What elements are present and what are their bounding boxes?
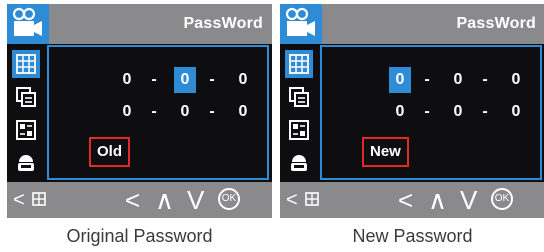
- digit-separator: -: [482, 103, 488, 120]
- back-button[interactable]: <: [13, 188, 25, 212]
- password-panel: 0 - 0 - 0 0 - 0 - 0 Old: [47, 45, 269, 180]
- grid-menu-icon: [16, 54, 36, 74]
- sidebar-item-grid[interactable]: [285, 50, 313, 78]
- grid-menu-icon: [289, 54, 309, 74]
- sidebar-item-image[interactable]: [285, 116, 313, 144]
- new-password-label: New: [362, 137, 409, 167]
- digit-separator: -: [424, 71, 430, 88]
- old-password-label: Old: [89, 137, 130, 167]
- digit-separator: -: [151, 71, 157, 88]
- digit-field[interactable]: 0: [174, 99, 196, 125]
- video-camera-icon: [285, 7, 315, 36]
- copy-document-icon: [16, 87, 36, 107]
- digit-field[interactable]: 0: [116, 67, 138, 93]
- digit-field[interactable]: 0: [232, 99, 254, 125]
- digit-separator: -: [424, 103, 430, 120]
- digit-separator: -: [151, 103, 157, 120]
- down-arrow-button[interactable]: V: [460, 185, 477, 215]
- figure: PassWord 0 - 0 - 0 0 - 0 - 0 Old < < ∧ V…: [0, 0, 544, 252]
- back-menu-icon: [32, 192, 46, 206]
- caption-new: New Password: [352, 226, 473, 246]
- user-lock-icon: [291, 155, 307, 171]
- page-title: PassWord: [456, 15, 536, 32]
- password-row-2: 0 - 0 - 0: [49, 99, 267, 125]
- sidebar-item-user[interactable]: [12, 149, 40, 177]
- caption-original: Original Password: [66, 226, 213, 246]
- user-lock-icon: [18, 155, 34, 171]
- bottom-bar: < < ∧ V OK: [7, 182, 272, 218]
- up-arrow-button[interactable]: ∧: [428, 185, 447, 215]
- up-arrow-button[interactable]: ∧: [155, 185, 174, 215]
- sidebar-item-user[interactable]: [285, 149, 313, 177]
- digit-field[interactable]: 0: [505, 99, 527, 125]
- image-frame-icon: [16, 120, 36, 140]
- camera-mode-tab[interactable]: [280, 4, 322, 44]
- back-menu-icon: [305, 192, 319, 206]
- top-bar: PassWord: [7, 4, 272, 44]
- sidebar-item-grid[interactable]: [12, 50, 40, 78]
- digit-field[interactable]: 0: [389, 99, 411, 125]
- sidebar: [7, 44, 45, 182]
- video-camera-icon: [12, 7, 42, 36]
- password-row-1: 0 - 0 - 0: [49, 67, 267, 93]
- digit-separator: -: [209, 103, 215, 120]
- left-arrow-button[interactable]: <: [125, 185, 140, 215]
- down-arrow-button[interactable]: V: [187, 185, 204, 215]
- digit-separator: -: [482, 71, 488, 88]
- camera-mode-tab[interactable]: [7, 4, 49, 44]
- digit-field[interactable]: 0: [116, 99, 138, 125]
- top-bar: PassWord: [280, 4, 544, 44]
- digit-field[interactable]: 0: [232, 67, 254, 93]
- sidebar-item-copy[interactable]: [12, 83, 40, 111]
- digit-field[interactable]: 0: [447, 99, 469, 125]
- device-screen-new: PassWord 0 - 0 - 0 0 - 0 - 0 New < < ∧ V…: [280, 4, 544, 218]
- password-row-2: 0 - 0 - 0: [322, 99, 540, 125]
- ok-button[interactable]: OK: [218, 188, 240, 210]
- digit-separator: -: [209, 71, 215, 88]
- password-panel: 0 - 0 - 0 0 - 0 - 0 New: [320, 45, 542, 180]
- digit-field[interactable]: 0: [505, 67, 527, 93]
- copy-document-icon: [289, 87, 309, 107]
- sidebar: [280, 44, 318, 182]
- password-row-1: 0 - 0 - 0: [322, 67, 540, 93]
- page-title: PassWord: [183, 15, 263, 32]
- sidebar-item-copy[interactable]: [285, 83, 313, 111]
- back-button[interactable]: <: [286, 188, 298, 212]
- bottom-bar: < < ∧ V OK: [280, 182, 544, 218]
- device-screen-original: PassWord 0 - 0 - 0 0 - 0 - 0 Old < < ∧ V…: [7, 4, 272, 218]
- digit-field-selected[interactable]: 0: [174, 67, 196, 93]
- left-arrow-button[interactable]: <: [398, 185, 413, 215]
- sidebar-item-image[interactable]: [12, 116, 40, 144]
- image-frame-icon: [289, 120, 309, 140]
- digit-field-selected[interactable]: 0: [389, 67, 411, 93]
- digit-field[interactable]: 0: [447, 67, 469, 93]
- ok-button[interactable]: OK: [491, 188, 513, 210]
